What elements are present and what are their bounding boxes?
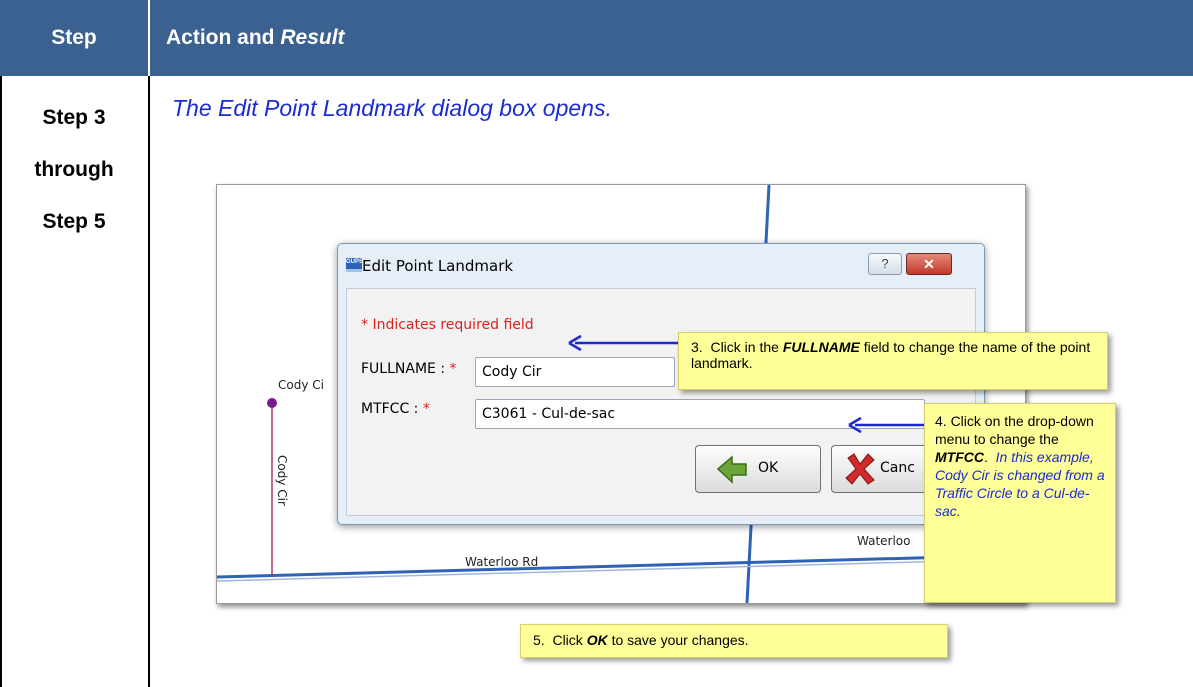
- ok-arrow-icon: [716, 455, 747, 484]
- header-step: Step: [0, 0, 148, 76]
- mtfcc-label-text: MTFCC :: [361, 401, 419, 417]
- help-button[interactable]: ?: [868, 253, 902, 275]
- app-logo-icon: GUPS: [346, 258, 363, 272]
- map-label-waterloo-right: Waterloo: [857, 534, 911, 548]
- dialog-title: Edit Point Landmark: [362, 257, 514, 275]
- dialog-body: * Indicates required field FULLNAME : * …: [346, 288, 976, 516]
- step-label-1: Step 3: [42, 106, 106, 129]
- header-action: Action and Result: [150, 0, 1193, 76]
- step-label-2: through: [34, 158, 114, 181]
- map-label-cody-cir: Cody Ci: [278, 378, 324, 392]
- mtfcc-label: MTFCC : *: [361, 401, 430, 417]
- screenshot-frame: Cody Ci Cody Cir Waterloo Rd Waterloo GU…: [216, 184, 1026, 604]
- intro-text: The Edit Point Landmark dialog box opens…: [172, 95, 612, 121]
- instruction-table: Step Action and Result Step 3 through St…: [0, 0, 1193, 687]
- map-label-cody-cir-vertical: Cody Cir: [275, 455, 289, 506]
- callout-4-text-c: .: [984, 449, 996, 465]
- callout-step-3: 3. Click in the FULLNAME field to change…: [678, 332, 1108, 390]
- fullname-input[interactable]: Cody Cir: [475, 357, 675, 387]
- fullname-required-star: *: [449, 361, 457, 377]
- header-action-text: Action and: [166, 26, 281, 49]
- cancel-button[interactable]: Canc: [831, 445, 933, 493]
- callout-5-ok: OK: [586, 632, 608, 648]
- arrow-to-mtfcc: [848, 416, 925, 434]
- callout-3-text-a: 3. Click in the: [691, 339, 783, 355]
- road-waterloo: [217, 553, 1025, 579]
- callout-4-mtfcc: MTFCC: [935, 449, 984, 465]
- callout-4-text-a: 4. Click on the drop-down menu to change…: [935, 413, 1094, 447]
- required-note: * Indicates required field: [361, 317, 534, 333]
- callout-5-text-a: 5. Click: [533, 632, 587, 648]
- ok-label: OK: [758, 460, 779, 476]
- mtfcc-required-star: *: [422, 401, 430, 417]
- callout-5-text-c: to save your changes.: [607, 632, 749, 648]
- header-action-result: Result: [280, 26, 345, 49]
- callout-3-fullname: FULLNAME: [782, 339, 860, 355]
- cancel-x-icon: [845, 453, 875, 485]
- map-label-waterloo: Waterloo Rd: [465, 555, 539, 569]
- close-button[interactable]: ✕: [906, 253, 952, 275]
- callout-step-4: 4. Click on the drop-down menu to change…: [924, 403, 1116, 603]
- callout-step-5: 5. Click OK to save your changes.: [520, 624, 948, 658]
- cancel-label: Canc: [880, 460, 915, 476]
- step-label-3: Step 5: [42, 210, 106, 233]
- table-border-middle: [148, 76, 150, 687]
- fullname-label-text: FULLNAME :: [361, 361, 446, 377]
- fullname-label: FULLNAME : *: [361, 361, 457, 377]
- ok-button[interactable]: OK: [695, 445, 821, 493]
- road-waterloo-edge: [217, 558, 1025, 582]
- landmark-point: [267, 398, 277, 408]
